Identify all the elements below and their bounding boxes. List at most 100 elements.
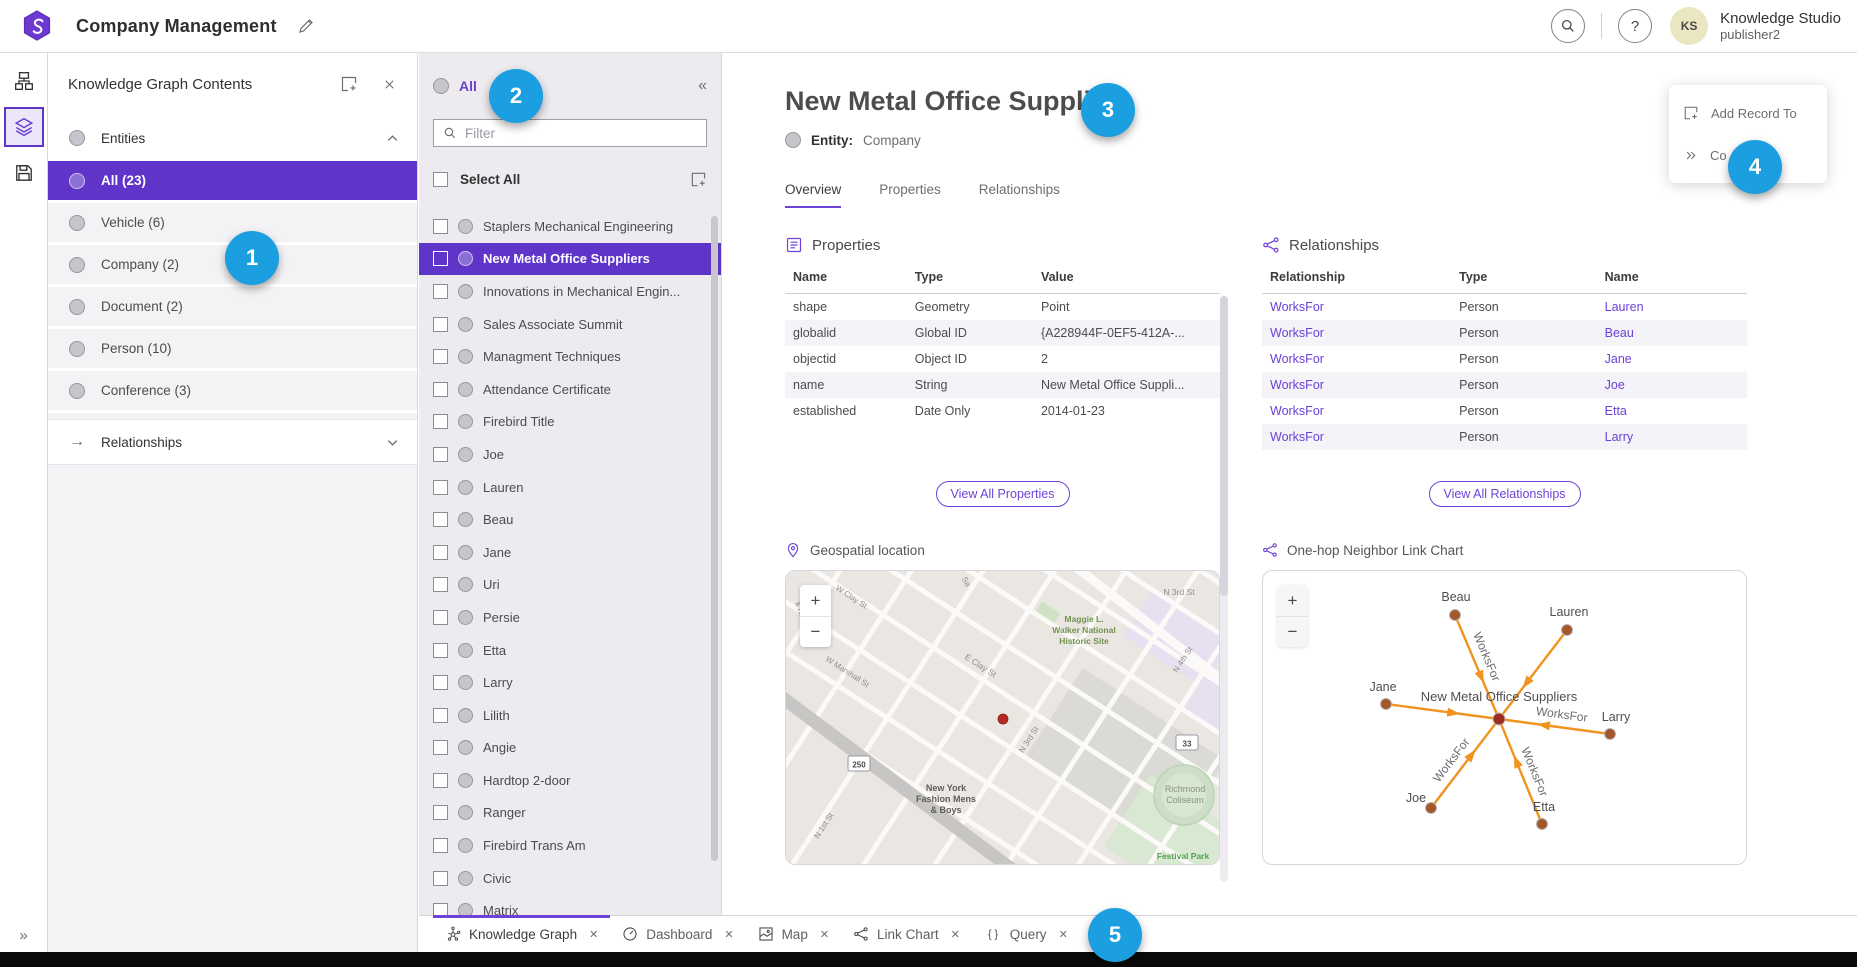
contents-button[interactable] <box>6 109 42 145</box>
list-item[interactable]: Firebird Title <box>419 406 721 439</box>
edit-title-icon[interactable] <box>297 17 315 35</box>
zoom-in-button[interactable]: + <box>1277 585 1308 616</box>
person-node[interactable] <box>1605 729 1616 740</box>
account-block[interactable]: Knowledge Studio publisher2 <box>1720 10 1841 42</box>
view-tab-link-chart[interactable]: Link Chart✕ <box>841 916 972 952</box>
item-checkbox[interactable] <box>433 577 448 592</box>
list-item[interactable]: Matrix <box>419 894 721 915</box>
close-icon[interactable] <box>382 77 397 92</box>
list-item[interactable]: Lauren <box>419 471 721 504</box>
data-model-button[interactable] <box>6 63 42 99</box>
view-tab-map[interactable]: Map✕ <box>746 916 841 952</box>
record-tab-overview[interactable]: Overview <box>785 182 841 208</box>
zoom-out-button[interactable]: − <box>1277 616 1308 647</box>
entity-type-item[interactable]: Document (2) <box>48 287 417 329</box>
list-item[interactable]: Etta <box>419 634 721 667</box>
item-checkbox[interactable] <box>433 414 448 429</box>
chevron-down-icon[interactable] <box>386 436 399 449</box>
person-node[interactable] <box>1381 699 1392 710</box>
record-link[interactable]: WorksFor <box>1270 300 1324 314</box>
list-item[interactable]: Firebird Trans Am <box>419 829 721 862</box>
record-link[interactable]: Joe <box>1605 378 1625 392</box>
close-tab-icon[interactable]: ✕ <box>820 928 829 941</box>
close-tab-icon[interactable]: ✕ <box>724 928 733 941</box>
map-canvas[interactable]: k RdW Clay StSaN 3rd StN 4th StMaggie L.… <box>786 571 1220 865</box>
entity-type-item[interactable]: All (23) <box>48 161 417 203</box>
menu-item-add-record-to[interactable]: Add Record To <box>1669 92 1827 134</box>
list-item[interactable]: Attendance Certificate <box>419 373 721 406</box>
view-all-relationships-button[interactable]: View All Relationships <box>1428 481 1580 507</box>
list-item[interactable]: Civic <box>419 862 721 895</box>
entity-list-scrollbar[interactable] <box>711 216 718 861</box>
expand-rail-button[interactable]: » <box>0 927 47 944</box>
list-item[interactable]: Staplers Mechanical Engineering <box>419 210 721 243</box>
record-tab-relationships[interactable]: Relationships <box>979 182 1060 208</box>
record-link[interactable]: Larry <box>1605 430 1633 444</box>
avatar[interactable]: KS <box>1670 7 1708 45</box>
record-link[interactable]: Beau <box>1605 326 1634 340</box>
company-node[interactable] <box>1493 713 1505 725</box>
item-checkbox[interactable] <box>433 349 448 364</box>
table-row[interactable]: WorksForPersonEtta <box>1262 398 1747 424</box>
link-chart-canvas[interactable]: WorksForWorksForWorksForWorksForBeauLaur… <box>1263 571 1747 865</box>
view-all-properties-button[interactable]: View All Properties <box>936 481 1070 507</box>
item-checkbox[interactable] <box>433 382 448 397</box>
record-link[interactable]: Jane <box>1605 352 1632 366</box>
entity-type-item[interactable]: Conference (3) <box>48 371 417 413</box>
item-checkbox[interactable] <box>433 740 448 755</box>
item-checkbox[interactable] <box>433 773 448 788</box>
person-node[interactable] <box>1450 610 1461 621</box>
collapse-panel-button[interactable]: « <box>698 77 707 95</box>
table-row[interactable]: shapeGeometryPoint <box>785 294 1220 321</box>
record-link[interactable]: Lauren <box>1605 300 1644 314</box>
add-record-icon[interactable] <box>690 171 707 188</box>
list-item[interactable]: Beau <box>419 503 721 536</box>
zoom-out-button[interactable]: − <box>800 616 831 647</box>
view-tab-query[interactable]: { }Query✕ <box>972 916 1080 952</box>
chevron-up-icon[interactable] <box>386 132 399 145</box>
close-tab-icon[interactable]: ✕ <box>589 928 598 941</box>
item-checkbox[interactable] <box>433 317 448 332</box>
filter-input[interactable] <box>465 126 697 141</box>
search-button[interactable] <box>1551 9 1585 43</box>
table-row[interactable]: globalidGlobal ID{A228944F-0EF5-412A-... <box>785 320 1220 346</box>
item-checkbox[interactable] <box>433 643 448 658</box>
item-checkbox[interactable] <box>433 219 448 234</box>
zoom-in-button[interactable]: + <box>800 585 831 616</box>
table-row[interactable]: objectidObject ID2 <box>785 346 1220 372</box>
person-node[interactable] <box>1537 819 1548 830</box>
list-item[interactable]: Joe <box>419 438 721 471</box>
item-checkbox[interactable] <box>433 447 448 462</box>
entities-group-header[interactable]: Entities <box>48 115 417 161</box>
entity-type-item[interactable]: Person (10) <box>48 329 417 371</box>
link-edge[interactable] <box>1386 704 1499 719</box>
list-item[interactable]: Ranger <box>419 797 721 830</box>
close-tab-icon[interactable]: ✕ <box>951 928 960 941</box>
table-row[interactable]: WorksForPersonJoe <box>1262 372 1747 398</box>
close-tab-icon[interactable]: ✕ <box>1059 928 1068 941</box>
record-link[interactable]: WorksFor <box>1270 430 1324 444</box>
item-checkbox[interactable] <box>433 708 448 723</box>
item-checkbox[interactable] <box>433 480 448 495</box>
list-item[interactable]: Persie <box>419 601 721 634</box>
list-item[interactable]: Lilith <box>419 699 721 732</box>
list-item[interactable]: Uri <box>419 569 721 602</box>
item-checkbox[interactable] <box>433 871 448 886</box>
table-row[interactable]: WorksForPersonBeau <box>1262 320 1747 346</box>
list-item[interactable]: New Metal Office Suppliers <box>419 243 721 276</box>
list-item[interactable]: Larry <box>419 666 721 699</box>
table-row[interactable]: establishedDate Only2014-01-23 <box>785 398 1220 424</box>
record-link[interactable]: Etta <box>1605 404 1627 418</box>
item-checkbox[interactable] <box>433 903 448 915</box>
item-checkbox[interactable] <box>433 251 448 266</box>
item-checkbox[interactable] <box>433 838 448 853</box>
person-node[interactable] <box>1562 625 1573 636</box>
add-record-icon[interactable] <box>340 75 358 93</box>
table-row[interactable]: WorksForPersonJane <box>1262 346 1747 372</box>
view-tab-knowledge-graph[interactable]: Knowledge Graph✕ <box>433 916 610 952</box>
list-item[interactable]: Innovations in Mechanical Engin... <box>419 275 721 308</box>
item-checkbox[interactable] <box>433 675 448 690</box>
item-checkbox[interactable] <box>433 805 448 820</box>
list-item[interactable]: Jane <box>419 536 721 569</box>
item-checkbox[interactable] <box>433 284 448 299</box>
